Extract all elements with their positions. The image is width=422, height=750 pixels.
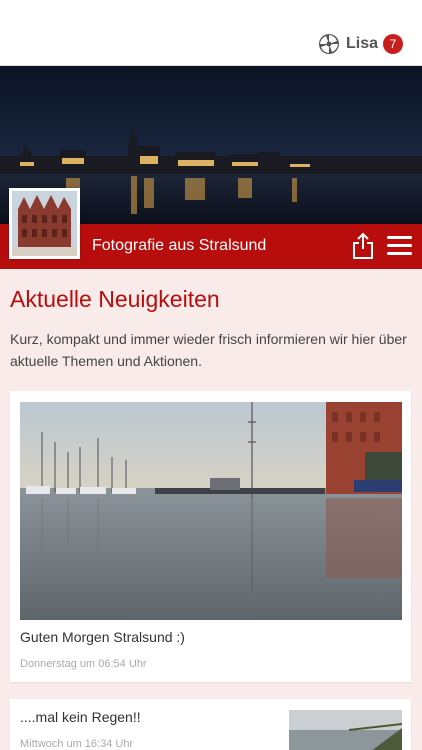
- post-timestamp: Mittwoch um 16:34 Uhr: [20, 738, 134, 750]
- news-intro: Kurz, kompakt und immer wieder frisch in…: [10, 331, 407, 369]
- post-caption: Guten Morgen Stralsund :): [20, 629, 185, 645]
- post-thumbnail[interactable]: [289, 710, 402, 750]
- news-post-card[interactable]: Guten Morgen Stralsund :) Donnerstag um …: [10, 391, 411, 682]
- post-photo[interactable]: [20, 402, 402, 620]
- post-caption: ....mal kein Regen!!: [20, 709, 141, 725]
- hamburger-menu-icon[interactable]: [387, 236, 412, 256]
- user-name[interactable]: Lisa: [346, 35, 378, 53]
- post-timestamp: Donnerstag um 06:54 Uhr: [20, 658, 147, 670]
- news-heading: Aktuelle Neuigkeiten: [10, 286, 220, 312]
- pinwheel-logo-icon[interactable]: [318, 33, 340, 55]
- notification-badge[interactable]: 7: [383, 34, 403, 54]
- site-title: Fotografie aus Stralsund: [92, 237, 267, 254]
- site-avatar: [9, 188, 80, 259]
- share-icon[interactable]: [352, 232, 374, 260]
- top-bar: Lisa 7: [0, 0, 422, 66]
- news-post-card[interactable]: ....mal kein Regen!! Mittwoch um 16:34 U…: [10, 699, 411, 750]
